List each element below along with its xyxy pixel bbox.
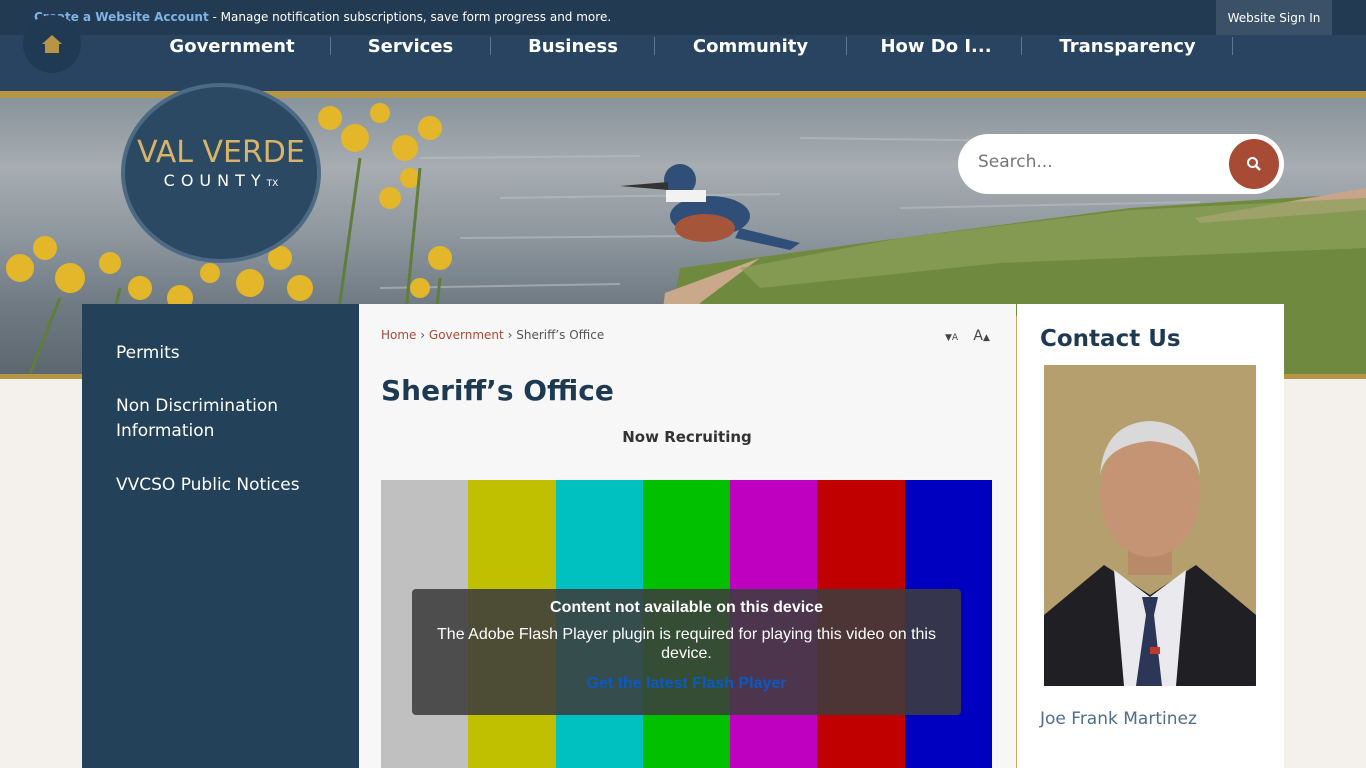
nav-divider [654, 37, 655, 55]
increase-font-button[interactable]: A▲ [973, 328, 990, 344]
breadcrumb: Home › Government › Sheriff’s Office [381, 328, 604, 342]
website-sign-in-button[interactable]: Website Sign In [1216, 0, 1332, 35]
left-sidebar: Permits Non Discrimination Information V… [82, 304, 359, 768]
nav-item-how-do-i[interactable]: How Do I... [876, 35, 996, 57]
page-title: Sheriff’s Office [381, 374, 614, 407]
logo-line-1: VAL VERDE [137, 135, 305, 170]
sidebar-item-permits[interactable]: Permits [116, 341, 346, 366]
nav-item-government[interactable]: Government [160, 35, 304, 57]
flash-unavailable-message: Content not available on this device The… [412, 589, 961, 715]
nav-divider [1232, 37, 1233, 55]
search-icon [1247, 157, 1261, 171]
sheriff-photo [1044, 365, 1256, 686]
nav-divider [330, 37, 331, 55]
contact-name-link[interactable]: Joe Frank Martinez [1040, 709, 1197, 729]
contact-panel: Contact Us Joe Frank Martinez [1017, 304, 1284, 768]
site-search [958, 134, 1284, 194]
sidebar-item-non-discrimination[interactable]: Non Discrimination Information [116, 394, 346, 444]
nav-item-community[interactable]: Community [684, 35, 817, 57]
sidebar-item-public-notices[interactable]: VVCSO Public Notices [116, 473, 346, 498]
home-icon [42, 35, 62, 53]
breadcrumb-current: Sheriff’s Office [516, 328, 605, 342]
main-content: Home › Government › Sheriff’s Office ▼A … [359, 304, 1016, 768]
notification-text: Create a Website Account - Manage notifi… [34, 10, 611, 24]
nav-divider [1021, 37, 1022, 55]
breadcrumb-home[interactable]: Home [381, 328, 416, 342]
logo-line-2: COUNTYTX [163, 171, 279, 190]
nav-item-transparency[interactable]: Transparency [1050, 35, 1205, 57]
font-size-controls: ▼A A▲ [945, 328, 990, 344]
contact-title: Contact Us [1040, 326, 1181, 352]
get-flash-player-link[interactable]: Get the latest Flash Player [412, 675, 961, 693]
county-logo[interactable]: VAL VERDE COUNTYTX [121, 83, 321, 263]
portrait-image [1044, 365, 1256, 686]
nav-divider [490, 37, 491, 55]
search-button[interactable] [1229, 139, 1279, 189]
search-input[interactable] [978, 152, 1218, 172]
decrease-font-button[interactable]: ▼A [945, 329, 958, 343]
main-nav: Government Services Business Community H… [0, 35, 1366, 91]
breadcrumb-government[interactable]: Government [429, 328, 504, 342]
recruiting-heading: Now Recruiting [622, 428, 752, 446]
nav-item-business[interactable]: Business [518, 35, 628, 57]
breadcrumb-separator: › [507, 328, 513, 342]
flash-message-body: The Adobe Flash Player plugin is require… [437, 626, 936, 662]
flash-message-title: Content not available on this device [550, 599, 823, 616]
home-button[interactable] [23, 15, 81, 73]
notification-bar: Create a Website Account - Manage notifi… [0, 0, 1366, 35]
nav-item-services[interactable]: Services [358, 35, 463, 57]
breadcrumb-separator: › [420, 328, 426, 342]
notification-message: - Manage notification subscriptions, sav… [208, 10, 612, 24]
nav-divider [846, 37, 847, 55]
